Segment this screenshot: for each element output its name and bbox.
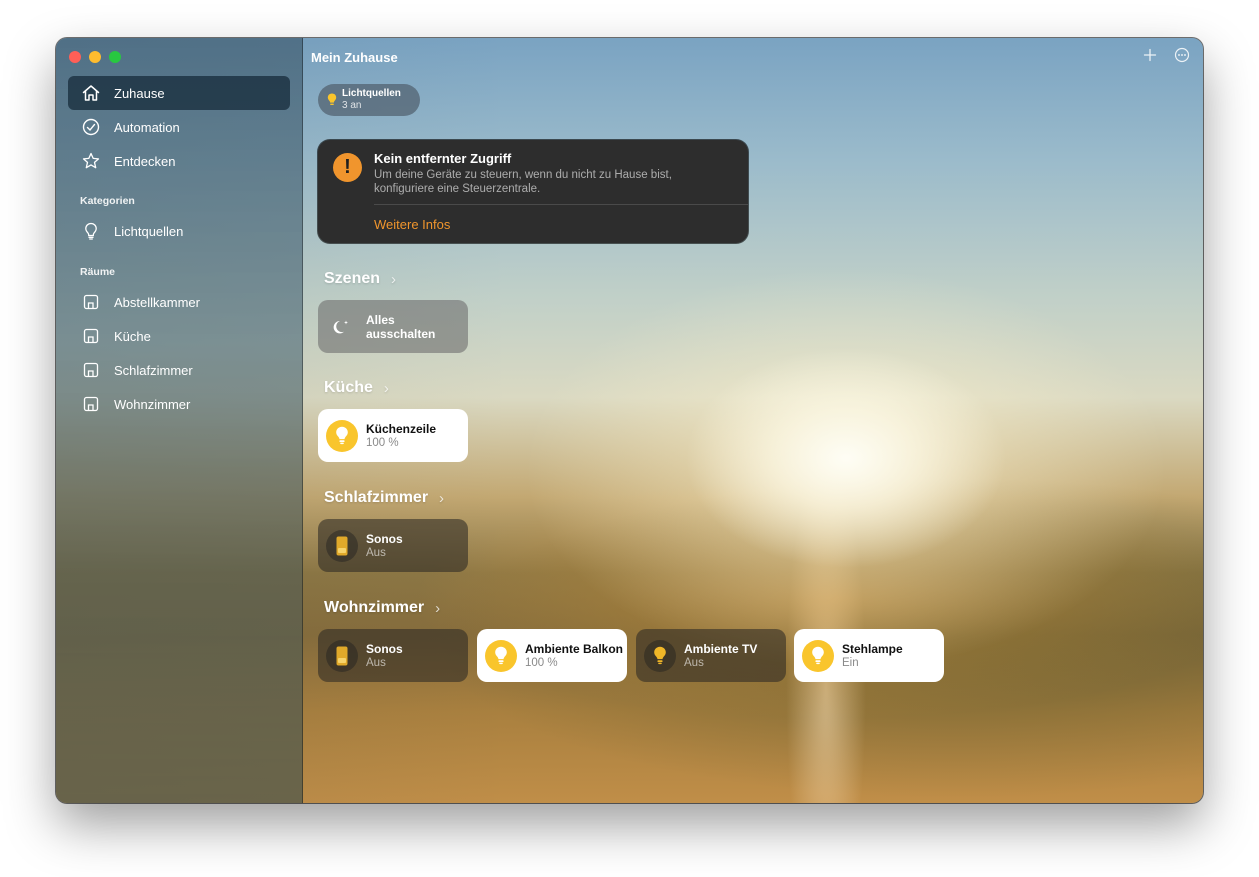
accessory-tile-stehlampe[interactable]: Stehlampe Ein — [794, 629, 944, 682]
tile-label: Küchenzeile — [366, 421, 437, 436]
sidebar-item-label: Abstellkammer — [114, 294, 200, 310]
sidebar-item-label: Schlafzimmer — [114, 362, 193, 378]
tile-status: Ein — [842, 656, 859, 669]
tile-label: Sonos — [366, 641, 403, 656]
section-title: Küche — [324, 379, 373, 396]
lightbulb-icon — [326, 93, 338, 107]
lightbulb-icon — [326, 419, 358, 452]
room-icon — [80, 393, 102, 415]
sidebar-item-label: Küche — [114, 328, 151, 344]
zoom-window-button[interactable] — [109, 51, 121, 63]
sidebar-item-zuhause[interactable]: Zuhause — [68, 76, 290, 110]
sidebar-section-raeume: Räume — [80, 266, 116, 278]
window-controls — [69, 51, 121, 63]
pill-title: Lichtquellen — [342, 88, 401, 99]
sidebar-item-label: Entdecken — [114, 153, 176, 169]
plus-icon — [1143, 48, 1157, 67]
page-title: Mein Zuhause — [311, 50, 398, 65]
chevron-right-icon: › — [391, 270, 397, 288]
scene-tile-alles-ausschalten[interactable]: Alles ausschalten — [318, 300, 468, 353]
section-header-schlafzimmer[interactable]: Schlafzimmer › — [324, 489, 444, 507]
room-icon — [80, 291, 102, 313]
section-header-szenen[interactable]: Szenen › — [324, 270, 396, 288]
more-info-link[interactable]: Weitere Infos — [374, 217, 450, 232]
lightbulb-icon — [80, 220, 102, 242]
sidebar-item-label: Zuhause — [114, 85, 165, 101]
accessory-tile-sonos-schlafzimmer[interactable]: Sonos Aus — [318, 519, 468, 572]
sidebar-item-kueche[interactable]: Küche — [68, 319, 290, 353]
sidebar-item-schlafzimmer[interactable]: Schlafzimmer — [68, 353, 290, 387]
more-options-button[interactable] — [1172, 47, 1192, 67]
sidebar-item-lichtquellen[interactable]: Lichtquellen — [68, 214, 290, 248]
lightbulb-icon — [644, 639, 676, 672]
minimize-window-button[interactable] — [89, 51, 101, 63]
lightbulb-icon — [802, 639, 834, 672]
sidebar-item-label: Automation — [114, 119, 180, 135]
sidebar-item-label: Wohnzimmer — [114, 396, 191, 412]
tile-status: Aus — [366, 546, 386, 559]
close-window-button[interactable] — [69, 51, 81, 63]
status-pill-lichtquellen[interactable]: Lichtquellen 3 an — [318, 84, 420, 116]
section-title: Szenen — [324, 270, 381, 287]
sidebar-item-entdecken[interactable]: Entdecken — [68, 144, 290, 178]
accessory-tile-ambiente-tv[interactable]: Ambiente TV Aus — [636, 629, 786, 682]
home-icon — [80, 82, 102, 104]
sidebar: Zuhause Automation Entdecken Kategorien … — [56, 38, 303, 803]
room-icon — [80, 325, 102, 347]
accessory-tile-ambiente-balkon[interactable]: Ambiente Balkon 100 % — [477, 629, 627, 682]
moon-icon — [326, 311, 358, 343]
tile-label: Sonos — [366, 531, 403, 546]
accessory-tile-kuechenzeile[interactable]: Küchenzeile 100 % — [318, 409, 468, 462]
speaker-icon — [326, 529, 358, 562]
sidebar-item-abstellkammer[interactable]: Abstellkammer — [68, 285, 290, 319]
add-button[interactable] — [1140, 47, 1160, 67]
lightbulb-icon — [485, 639, 517, 672]
alert-title: Kein entfernter Zugriff — [374, 151, 512, 166]
chevron-right-icon: › — [383, 379, 389, 397]
accessory-tile-sonos-wohnzimmer[interactable]: Sonos Aus — [318, 629, 468, 682]
sidebar-section-kategorien: Kategorien — [80, 195, 135, 207]
chevron-right-icon: › — [439, 489, 445, 507]
section-title: Wohnzimmer — [324, 599, 425, 616]
sidebar-item-automation[interactable]: Automation — [68, 110, 290, 144]
star-icon — [80, 150, 102, 172]
room-icon — [80, 359, 102, 381]
clock-icon — [80, 116, 102, 138]
section-title: Schlafzimmer — [324, 489, 429, 506]
remote-access-alert: ! Kein entfernter Zugriff Um deine Gerät… — [318, 140, 748, 243]
sidebar-item-label: Lichtquellen — [114, 223, 184, 239]
section-header-kueche[interactable]: Küche › — [324, 379, 389, 397]
pill-subtitle: 3 an — [342, 100, 362, 111]
ellipsis-circle-icon — [1174, 47, 1190, 68]
divider — [374, 204, 748, 205]
tile-label: Ambiente TV — [684, 641, 758, 656]
sidebar-item-wohnzimmer[interactable]: Wohnzimmer — [68, 387, 290, 421]
tile-label: Stehlampe — [842, 641, 903, 656]
tile-status: Aus — [366, 656, 386, 669]
speaker-icon — [326, 639, 358, 672]
warning-icon: ! — [333, 153, 362, 182]
tile-status: Aus — [684, 656, 704, 669]
alert-body: Um deine Geräte zu steuern, wenn du nich… — [374, 169, 672, 195]
home-app-window: Zuhause Automation Entdecken Kategorien … — [56, 38, 1203, 803]
tile-status: 100 % — [366, 436, 399, 449]
tile-status: 100 % — [525, 656, 558, 669]
tile-label: Alles ausschalten — [366, 312, 436, 341]
chevron-right-icon: › — [435, 599, 441, 617]
tile-label: Ambiente Balkon — [525, 641, 624, 656]
section-header-wohnzimmer[interactable]: Wohnzimmer › — [324, 599, 440, 617]
